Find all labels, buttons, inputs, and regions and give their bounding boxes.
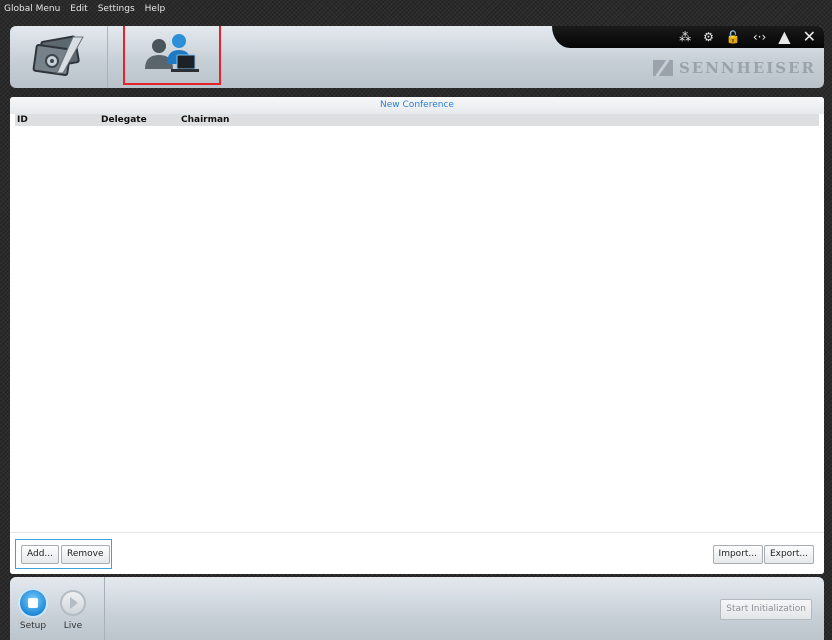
brand-name: SENNHEISER bbox=[678, 59, 816, 77]
mode-divider bbox=[104, 577, 105, 640]
setup-mode-button[interactable]: Setup bbox=[18, 590, 48, 631]
add-button[interactable]: Add... bbox=[21, 545, 60, 564]
triangle-icon[interactable]: ▲ bbox=[778, 29, 790, 45]
stop-icon bbox=[20, 590, 46, 616]
menu-settings[interactable]: Settings bbox=[93, 4, 140, 14]
export-button[interactable]: Export... bbox=[763, 545, 814, 564]
panel-footer: Add... Remove Import... Export... bbox=[10, 532, 824, 574]
menu-global[interactable]: Global Menu bbox=[0, 4, 65, 14]
brand-mark-icon bbox=[652, 60, 673, 76]
brand-logo: SENNHEISER bbox=[652, 59, 816, 77]
column-id[interactable]: ID bbox=[17, 114, 28, 126]
header-toolbar: ⁂ ⚙ 🔓 ‹·› ▲ ✕ SENNHEISER bbox=[10, 26, 824, 88]
mode-bar: Setup Live Start Initialization bbox=[10, 577, 824, 640]
conference-panel: New Conference ID Delegate Chairman Add.… bbox=[10, 97, 824, 574]
status-strip: ⁂ ⚙ 🔓 ‹·› ▲ ✕ bbox=[552, 26, 824, 48]
remove-button[interactable]: Remove bbox=[61, 545, 110, 564]
play-icon bbox=[60, 590, 86, 616]
live-label: Live bbox=[63, 621, 83, 631]
menu-edit[interactable]: Edit bbox=[65, 4, 92, 14]
delegate-table[interactable] bbox=[15, 126, 819, 532]
import-button[interactable]: Import... bbox=[712, 545, 763, 564]
delegates-icon bbox=[145, 34, 199, 72]
start-initialization-button[interactable]: Start Initialization bbox=[720, 599, 812, 620]
column-delegate[interactable]: Delegate bbox=[101, 114, 147, 126]
gears-icon[interactable]: ⚙ bbox=[703, 29, 714, 45]
conference-view-button[interactable] bbox=[10, 26, 108, 88]
menu-bar: Global Menu Edit Settings Help bbox=[0, 0, 170, 18]
panel-title: New Conference bbox=[10, 97, 824, 114]
table-header: ID Delegate Chairman bbox=[15, 114, 819, 126]
unlock-icon[interactable]: 🔓 bbox=[726, 29, 741, 45]
speaker-signal-icon[interactable]: ⁂ bbox=[679, 29, 691, 45]
live-mode-button[interactable]: Live bbox=[58, 590, 88, 631]
column-chairman[interactable]: Chairman bbox=[181, 114, 229, 126]
menu-help[interactable]: Help bbox=[140, 4, 171, 14]
close-icon[interactable]: ✕ bbox=[803, 29, 816, 45]
conference-icon bbox=[32, 35, 84, 76]
delegates-view-button[interactable] bbox=[123, 26, 221, 85]
setup-label: Setup bbox=[19, 621, 47, 631]
code-brackets-icon[interactable]: ‹·› bbox=[753, 29, 766, 45]
